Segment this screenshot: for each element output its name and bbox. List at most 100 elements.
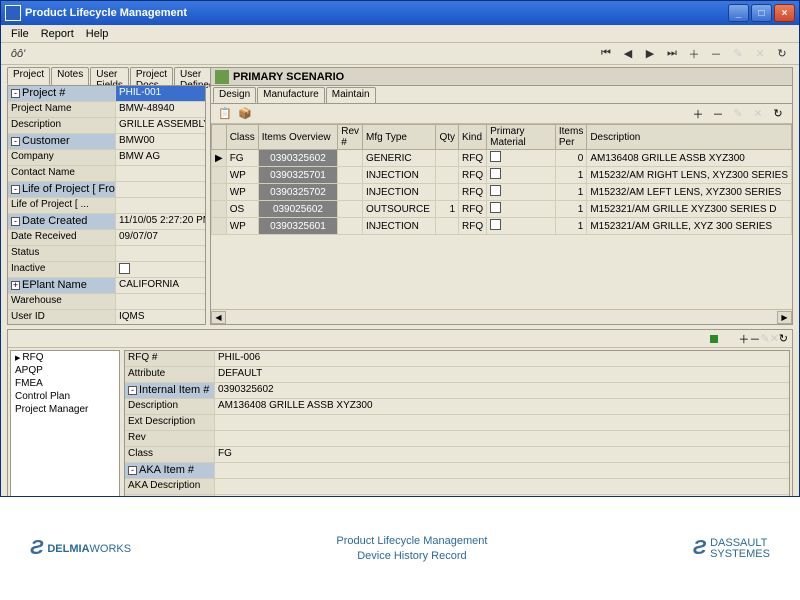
col-class[interactable]: Class xyxy=(226,125,258,150)
binoculars-icon[interactable]: ôô' xyxy=(9,46,27,62)
detail-aka-rev[interactable] xyxy=(215,495,789,496)
pmat-checkbox[interactable] xyxy=(490,219,501,230)
prop-eplant[interactable]: CALIFORNIA xyxy=(116,278,205,293)
tab-project-docs[interactable]: Project Docs xyxy=(130,67,173,85)
grid-remove-icon[interactable]: － xyxy=(709,106,727,122)
pmat-checkbox[interactable] xyxy=(490,151,501,162)
prop-inactive[interactable] xyxy=(116,262,205,277)
detail-item-group[interactable]: -Internal Item # xyxy=(125,383,215,398)
pmat-checkbox[interactable] xyxy=(490,168,501,179)
items-grid[interactable]: Class Items Overview Rev # Mfg Type Qty … xyxy=(211,124,792,235)
close-button[interactable]: × xyxy=(774,4,795,22)
grid-cancel-icon[interactable]: ✕ xyxy=(749,106,767,122)
detail-rfq[interactable]: PHIL-006 xyxy=(215,351,789,366)
lower-remove-icon[interactable]: － xyxy=(749,331,760,347)
scroll-left-icon[interactable]: ◀ xyxy=(211,311,226,324)
lower-add-icon[interactable]: ＋ xyxy=(738,331,749,347)
cancel-icon[interactable]: ✕ xyxy=(751,46,769,62)
grid-edit-icon[interactable]: ✎ xyxy=(729,106,747,122)
detail-item[interactable]: 0390325602 xyxy=(215,383,789,398)
detail-aka-group[interactable]: -AKA Item # xyxy=(125,463,215,478)
table-row[interactable]: ▶ FG 0390325602 GENERIC RFQ 0 AM136408 G… xyxy=(212,150,792,167)
list-item-pm[interactable]: Project Manager xyxy=(11,403,119,416)
pmat-checkbox[interactable] xyxy=(490,202,501,213)
prop-date-received[interactable]: 09/07/07 xyxy=(116,230,205,245)
prop-status[interactable] xyxy=(116,246,205,261)
scroll-right-icon[interactable]: ▶ xyxy=(777,311,792,324)
prop-customer-group[interactable]: -Customer xyxy=(8,134,116,149)
add-icon[interactable]: ＋ xyxy=(685,46,703,62)
tab-design[interactable]: Design xyxy=(213,87,256,103)
lower-edit-icon[interactable]: ✎ xyxy=(760,332,769,345)
list-item-apqp[interactable]: APQP xyxy=(11,364,119,377)
prop-project-group[interactable]: -Project # xyxy=(8,86,116,101)
prop-company[interactable]: BMW AG xyxy=(116,150,205,165)
nav-next-icon[interactable]: ▶ xyxy=(641,46,659,62)
copy-icon[interactable]: 📋 xyxy=(216,106,234,122)
nav-prev-icon[interactable]: ◀ xyxy=(619,46,637,62)
package-icon[interactable]: 📦 xyxy=(236,106,254,122)
grid-refresh-icon[interactable]: ↻ xyxy=(769,106,787,122)
prop-contact[interactable] xyxy=(116,166,205,181)
remove-icon[interactable]: － xyxy=(707,46,725,62)
detail-desc[interactable]: AM136408 GRILLE ASSB XYZ300 xyxy=(215,399,789,414)
prop-project-name[interactable]: BMW-48940 xyxy=(116,102,205,117)
lower-refresh-icon[interactable]: ↻ xyxy=(779,332,788,345)
col-kind[interactable]: Kind xyxy=(459,125,487,150)
prop-date-group[interactable]: -Date Created xyxy=(8,214,116,229)
col-rev[interactable]: Rev # xyxy=(338,125,363,150)
table-row[interactable]: WP 0390325601 INJECTION RFQ 1 M152321/AM… xyxy=(212,218,792,235)
menu-report[interactable]: Report xyxy=(35,28,80,40)
prop-description[interactable]: GRILLE ASSEMBLY xyxy=(116,118,205,133)
tab-project[interactable]: Project xyxy=(7,67,50,85)
grid-add-icon[interactable]: ＋ xyxy=(689,106,707,122)
col-pmat[interactable]: Primary Material xyxy=(487,125,556,150)
grid-hscroll[interactable]: ◀ ▶ xyxy=(211,309,792,324)
prop-userid[interactable]: IQMS xyxy=(116,310,205,325)
detail-aka-desc[interactable] xyxy=(215,479,789,494)
detail-rev[interactable] xyxy=(215,431,789,446)
status-dot-icon xyxy=(710,335,718,343)
list-item-fmea[interactable]: FMEA xyxy=(11,377,119,390)
col-items[interactable]: Items Overview xyxy=(258,125,338,150)
edit-icon[interactable]: ✎ xyxy=(729,46,747,62)
col-mfg[interactable]: Mfg Type xyxy=(363,125,436,150)
list-item-cp[interactable]: Control Plan xyxy=(11,390,119,403)
list-item-rfq[interactable]: RFQ xyxy=(11,351,119,364)
col-iper[interactable]: Items Per xyxy=(555,125,586,150)
titlebar[interactable]: Product Lifecycle Management _ □ × xyxy=(1,1,799,25)
left-tabs: Project Notes User Fields Project Docs U… xyxy=(7,67,206,85)
table-row[interactable]: OS 039025602 OUTSOURCE 1 RFQ 1 M152321/A… xyxy=(212,201,792,218)
menu-file[interactable]: File xyxy=(5,28,35,40)
module-list[interactable]: RFQ APQP FMEA Control Plan Project Manag… xyxy=(10,350,120,496)
table-row[interactable]: WP 0390325701 INJECTION RFQ 1 M15232/AM … xyxy=(212,167,792,184)
table-row[interactable]: WP 0390325702 INJECTION RFQ 1 M15232/AM … xyxy=(212,184,792,201)
prop-life[interactable] xyxy=(116,182,205,197)
pmat-checkbox[interactable] xyxy=(490,185,501,196)
detail-class[interactable]: FG xyxy=(215,447,789,462)
prop-life2[interactable] xyxy=(116,198,205,213)
tab-manufacture[interactable]: Manufacture xyxy=(257,87,325,103)
col-desc[interactable]: Description xyxy=(587,125,792,150)
col-qty[interactable]: Qty xyxy=(436,125,459,150)
detail-ext[interactable] xyxy=(215,415,789,430)
refresh-icon[interactable]: ↻ xyxy=(773,46,791,62)
prop-date-created[interactable]: 11/10/05 2:27:20 PM xyxy=(116,214,205,229)
maximize-button[interactable]: □ xyxy=(751,4,772,22)
tab-notes[interactable]: Notes xyxy=(51,67,89,85)
detail-aka[interactable] xyxy=(215,463,789,478)
prop-life-group[interactable]: -Life of Project [ Fro... xyxy=(8,182,116,197)
tab-maintain[interactable]: Maintain xyxy=(326,87,376,103)
minimize-button[interactable]: _ xyxy=(728,4,749,22)
tab-user-fields[interactable]: User Fields xyxy=(90,67,129,85)
lbl: Class xyxy=(125,447,215,462)
prop-eplant-group[interactable]: +EPlant Name xyxy=(8,278,116,293)
nav-last-icon[interactable]: ⏭ xyxy=(663,46,681,62)
prop-project-num[interactable]: PHIL-001 xyxy=(116,86,205,101)
prop-warehouse[interactable] xyxy=(116,294,205,309)
prop-customer[interactable]: BMW00 xyxy=(116,134,205,149)
detail-attr[interactable]: DEFAULT xyxy=(215,367,789,382)
lower-cancel-icon[interactable]: ✕ xyxy=(770,332,779,345)
menu-help[interactable]: Help xyxy=(80,28,115,40)
nav-first-icon[interactable]: ⏮ xyxy=(597,46,615,62)
